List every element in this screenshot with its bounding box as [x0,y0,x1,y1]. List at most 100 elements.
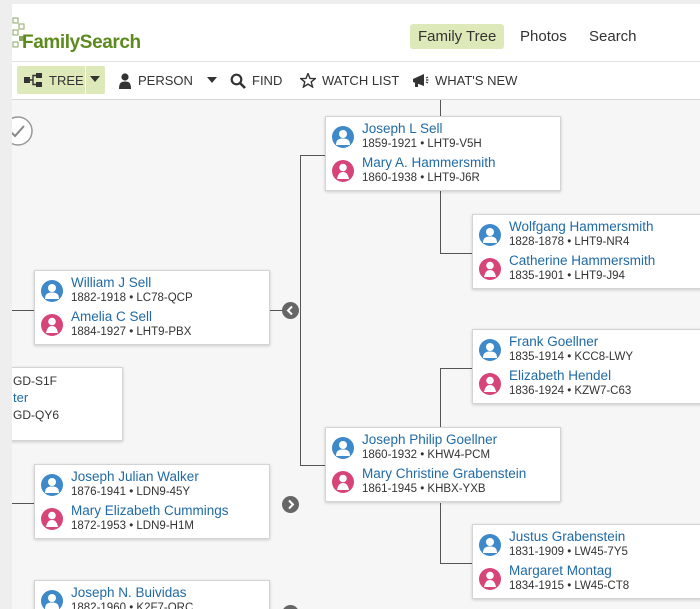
male-avatar-icon [479,339,501,361]
connector-line [300,155,301,465]
female-avatar-icon [479,568,501,590]
whats-new-button[interactable]: WHAT'S NEW [412,62,517,99]
wife-entry[interactable]: Mary Elizabeth Cummings 1872-1953 • LDN9-… [35,502,269,536]
couple-card[interactable]: Justus Grabenstein 1831-1909 • LW45-7Y5 Ma… [472,524,700,599]
megaphone-icon [413,74,429,87]
person-name-link[interactable]: Catherine Hammersmith [509,253,655,268]
nav-family-tree[interactable]: Family Tree [410,24,505,49]
search-icon [230,73,246,89]
couple-card[interactable]: Joseph Julian Walker 1876-1941 • LDN9-45Y… [34,464,270,539]
person-lifespan-id: 1882-1918 • LC78-QCP [71,292,193,304]
chevron-right-icon [288,499,295,510]
couple-card[interactable]: Joseph N. Buividas 1882-1960 • K2F7-QRC [34,580,270,609]
whats-new-label: WHAT'S NEW [435,73,518,88]
female-avatar-icon [332,160,354,182]
person-name-link[interactable]: Amelia C Sell [71,309,152,324]
person-lifespan-id: 1882-1960 • K2F7-QRC [71,602,194,609]
connector-line [440,100,441,116]
person-menu-button[interactable]: PERSON [118,62,223,99]
male-avatar-icon [332,437,354,459]
person-name-link[interactable]: Elizabeth Hendel [509,368,611,383]
male-avatar-icon [332,126,354,148]
husband-entry[interactable]: Wolfgang Hammersmith 1828-1878 • LHT9-NR4 [473,218,700,252]
person-name-link[interactable]: Joseph N. Buividas [71,585,187,600]
couple-card[interactable]: Joseph Philip Goellner 1860-1932 • KHW4-P… [325,427,561,502]
find-label: FIND [252,73,283,88]
watch-list-button[interactable]: WATCH LIST [300,62,399,99]
female-avatar-icon [41,314,63,336]
wife-entry[interactable]: Catherine Hammersmith 1835-1901 • LHT9-J9… [473,252,700,286]
connector-line [300,155,325,156]
couple-card[interactable]: William J Sell 1882-1918 • LC78-QCP Amelia… [34,270,270,345]
female-avatar-icon [479,258,501,280]
person-name-link[interactable]: Joseph Julian Walker [71,469,199,484]
husband-entry[interactable]: Joseph N. Buividas 1882-1960 • K2F7-QRC [35,584,269,609]
couple-card[interactable]: Joseph L Sell 1859-1921 • LHT9-V5H Mary A.… [325,116,561,191]
person-name-link[interactable]: Frank Goellner [509,334,598,349]
pedigree-tree-canvas[interactable]: GD-S1F ter GD-QY6 Joseph L Sell 1859-1921… [12,100,700,609]
expand-button[interactable] [282,605,299,609]
husband-entry[interactable]: Joseph Julian Walker 1876-1941 • LDN9-45Y [35,468,269,502]
wife-entry[interactable]: Mary A. Hammersmith 1860-1938 • LHT9-J6R [326,154,560,188]
person-name-link[interactable]: Joseph Philip Goellner [362,432,497,447]
male-avatar-icon [479,534,501,556]
person-lifespan-id: 1831-1909 • LW45-7Y5 [509,546,628,558]
male-avatar-icon [41,474,63,496]
husband-entry[interactable]: Joseph L Sell 1859-1921 • LHT9-V5H [326,120,560,154]
app-window: FamilySearch Family Tree Photos Search T… [12,4,700,609]
husband-entry[interactable]: William J Sell 1882-1918 • LC78-QCP [35,274,269,308]
person-lifespan-id: 1828-1878 • LHT9-NR4 [509,236,630,248]
person-lifespan-id: 1884-1927 • LHT9-PBX [71,326,192,338]
find-button[interactable]: FIND [230,62,282,99]
nav-search[interactable]: Search [581,24,645,49]
couple-card[interactable]: Wolfgang Hammersmith 1828-1878 • LHT9-NR4… [472,214,700,289]
husband-entry[interactable]: Frank Goellner 1835-1914 • KCC8-LWY [473,333,700,367]
wife-entry[interactable]: Mary Christine Grabenstein 1861-1945 • KH… [326,465,560,499]
person-name-link[interactable]: Justus Grabenstein [509,529,625,544]
person-name-link[interactable]: William J Sell [71,275,151,290]
person-lifespan-id: 1860-1932 • KHW4-PCM [362,449,491,461]
wife-entry[interactable]: Margaret Montag 1834-1915 • LW45-CT8 [473,562,700,596]
person-card-partial[interactable]: GD-S1F ter GD-QY6 [12,367,123,441]
familysearch-logo[interactable]: FamilySearch [12,12,162,56]
person-name-link[interactable]: Mary A. Hammersmith [362,155,496,170]
expand-left-button[interactable] [282,302,299,319]
person-name-link[interactable]: Wolfgang Hammersmith [509,219,654,234]
connector-line [12,503,34,504]
male-avatar-icon [479,224,501,246]
person-name-link[interactable]: Mary Elizabeth Cummings [71,503,229,518]
person-name-link[interactable]: Margaret Montag [509,563,612,578]
person-name-fragment[interactable]: ter [13,390,28,405]
male-avatar-icon [41,280,63,302]
person-info-fragment: GD-S1F [13,374,58,388]
husband-entry[interactable]: Justus Grabenstein 1831-1909 • LW45-7Y5 [473,528,700,562]
female-avatar-icon [479,373,501,395]
wife-entry[interactable]: Amelia C Sell 1884-1927 • LHT9-PBX [35,308,269,342]
collapse-checkmark-icon[interactable] [12,114,38,148]
connector-line [440,563,472,564]
nav-photos[interactable]: Photos [512,24,575,49]
site-header: FamilySearch Family Tree Photos Search [12,4,700,62]
connector-line [12,310,34,311]
chevron-left-icon [286,305,293,316]
person-lifespan-id: 1834-1915 • LW45-CT8 [509,580,630,592]
female-avatar-icon [332,471,354,493]
connector-line [440,368,441,428]
person-lifespan-id: 1836-1924 • KZW7-C63 [509,385,632,397]
button-divider [85,66,86,94]
connector-line [440,368,472,369]
person-menu-label: PERSON [138,73,193,88]
male-avatar-icon [41,590,63,609]
wife-entry[interactable]: Elizabeth Hendel 1836-1924 • KZW7-C63 [473,367,700,401]
chevron-down-icon[interactable] [90,76,100,83]
couple-card[interactable]: Frank Goellner 1835-1914 • KCC8-LWY Elizab… [472,329,700,404]
star-icon [300,73,316,88]
person-lifespan-id: 1859-1921 • LHT9-V5H [362,138,482,150]
expand-right-button[interactable] [282,496,299,513]
tree-view-icon [24,73,42,87]
tree-view-button[interactable]: TREE [17,66,105,94]
husband-entry[interactable]: Joseph Philip Goellner 1860-1932 • KHW4-P… [326,431,560,465]
connector-line [440,503,441,563]
person-name-link[interactable]: Mary Christine Grabenstein [362,466,526,481]
person-name-link[interactable]: Joseph L Sell [362,121,443,136]
